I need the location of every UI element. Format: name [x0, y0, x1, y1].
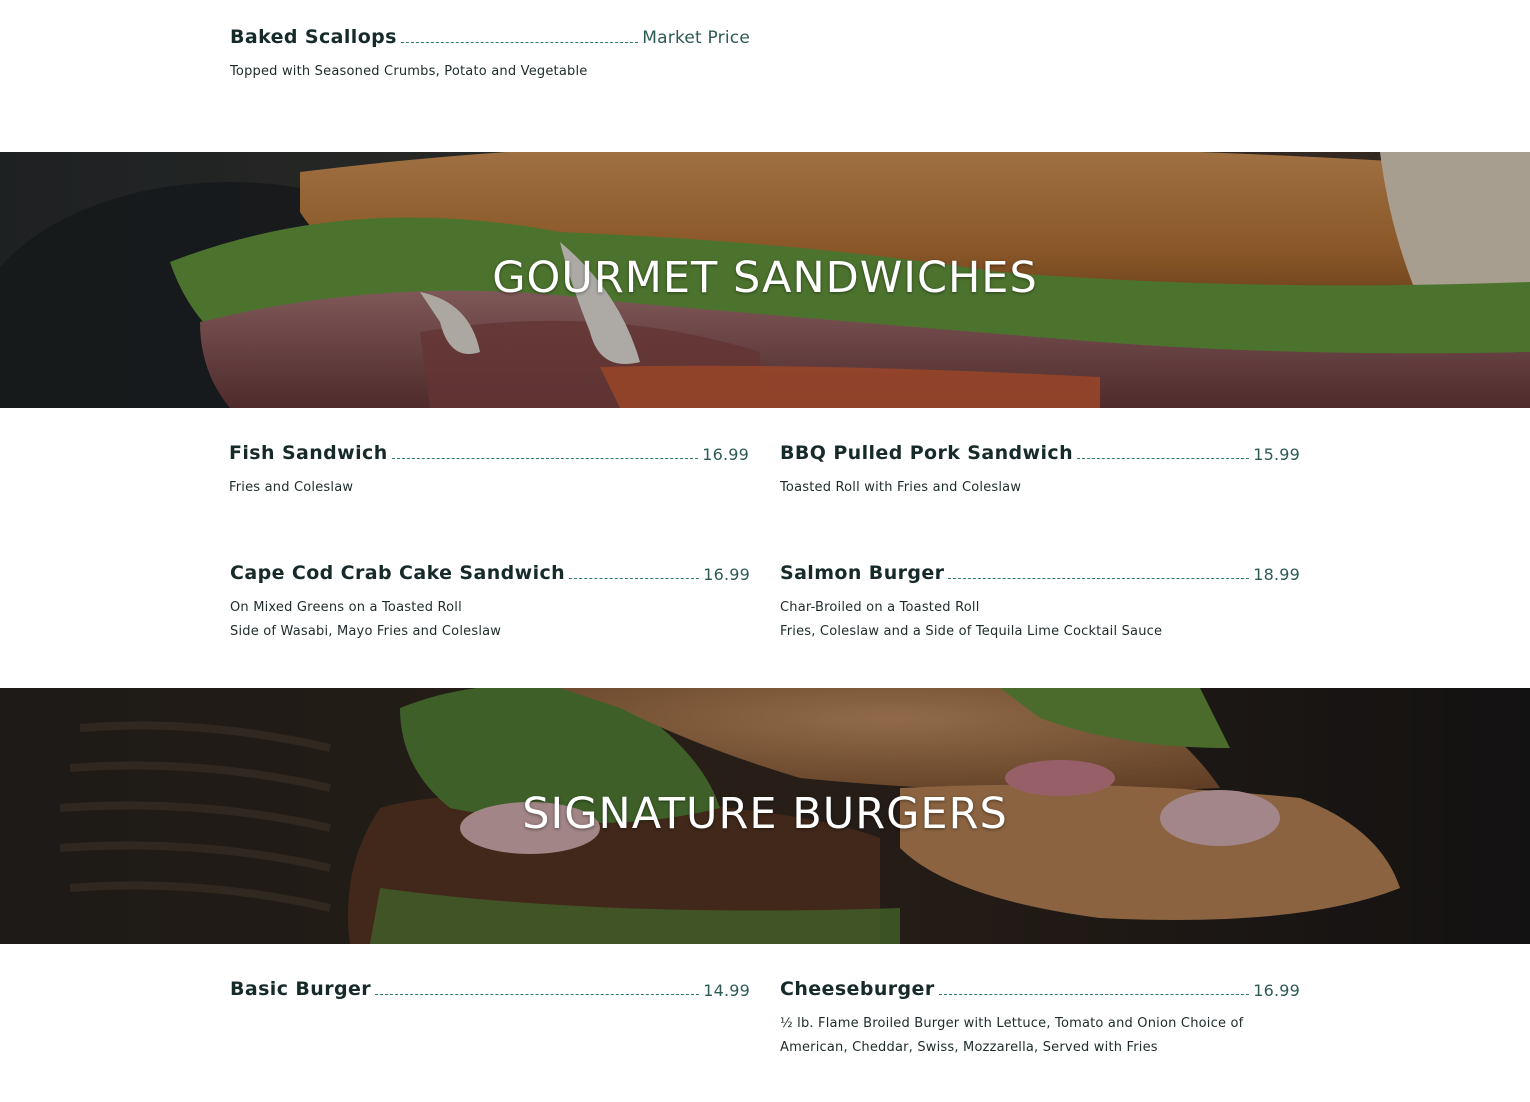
item-description: Char-Broiled on a Toasted Roll Fries, Co… — [780, 596, 1300, 644]
section-banner-burgers: SIGNATURE BURGERS — [0, 688, 1530, 944]
menu-item-fish-sandwich: Fish Sandwich 16.99 Fries and Coleslaw — [229, 438, 749, 500]
dotted-leader — [948, 578, 1250, 579]
item-price: 16.99 — [703, 565, 750, 584]
menu-item-basic-burger: Basic Burger 14.99 — [230, 974, 750, 1000]
dotted-leader — [391, 458, 699, 459]
section-title: GOURMET SANDWICHES — [492, 253, 1038, 303]
dotted-leader — [569, 578, 700, 579]
item-price: 16.99 — [702, 445, 749, 464]
section-title: SIGNATURE BURGERS — [522, 789, 1008, 839]
item-description: Fries and Coleslaw — [229, 476, 749, 500]
item-description: Topped with Seasoned Crumbs, Potato and … — [230, 60, 750, 84]
description-line: Toasted Roll with Fries and Coleslaw — [780, 480, 1022, 495]
description-line: Topped with Seasoned Crumbs, Potato and … — [230, 64, 588, 79]
item-name: BBQ Pulled Pork Sandwich — [780, 442, 1073, 464]
item-price: 16.99 — [1253, 981, 1300, 1000]
item-price: 14.99 — [703, 981, 750, 1000]
menu-item-bbq-pulled-pork-sandwich: BBQ Pulled Pork Sandwich 15.99 Toasted R… — [780, 438, 1300, 500]
item-description: ½ lb. Flame Broiled Burger with Lettuce,… — [780, 1012, 1300, 1060]
description-line: Side of Wasabi, Mayo Fries and Coleslaw — [230, 624, 502, 639]
menu-item-baked-scallops: Baked Scallops Market Price Topped with … — [230, 22, 750, 84]
item-name: Basic Burger — [230, 978, 372, 1000]
description-line: On Mixed Greens on a Toasted Roll — [230, 600, 462, 615]
dotted-leader — [400, 42, 639, 43]
description-line: Fries and Coleslaw — [229, 480, 354, 495]
menu-page: Baked Scallops Market Price Topped with … — [0, 0, 1530, 1102]
description-line: Fries, Coleslaw and a Side of Tequila Li… — [780, 624, 1163, 639]
menu-item-cape-cod-crab-cake-sandwich: Cape Cod Crab Cake Sandwich 16.99 On Mix… — [230, 558, 750, 644]
dotted-leader — [1077, 458, 1250, 459]
section-banner-sandwiches: GOURMET SANDWICHES — [0, 152, 1530, 408]
item-name: Baked Scallops — [230, 26, 397, 48]
item-price: Market Price — [642, 28, 750, 48]
description-line: American, Cheddar, Swiss, Mozzarella, Se… — [780, 1040, 1158, 1055]
dotted-leader — [375, 994, 700, 995]
item-description: On Mixed Greens on a Toasted Roll Side o… — [230, 596, 750, 644]
item-name: Salmon Burger — [780, 562, 945, 584]
dotted-leader — [938, 994, 1250, 995]
description-line: Char-Broiled on a Toasted Roll — [780, 600, 980, 615]
item-price: 18.99 — [1253, 565, 1300, 584]
item-name: Cheeseburger — [780, 978, 935, 1000]
menu-item-salmon-burger: Salmon Burger 18.99 Char-Broiled on a To… — [780, 558, 1300, 644]
description-line: ½ lb. Flame Broiled Burger with Lettuce,… — [780, 1016, 1244, 1031]
item-name: Cape Cod Crab Cake Sandwich — [230, 562, 566, 584]
item-price: 15.99 — [1253, 445, 1300, 464]
menu-item-cheeseburger: Cheeseburger 16.99 ½ lb. Flame Broiled B… — [780, 974, 1300, 1060]
item-name: Fish Sandwich — [229, 442, 388, 464]
item-description: Toasted Roll with Fries and Coleslaw — [780, 476, 1300, 500]
